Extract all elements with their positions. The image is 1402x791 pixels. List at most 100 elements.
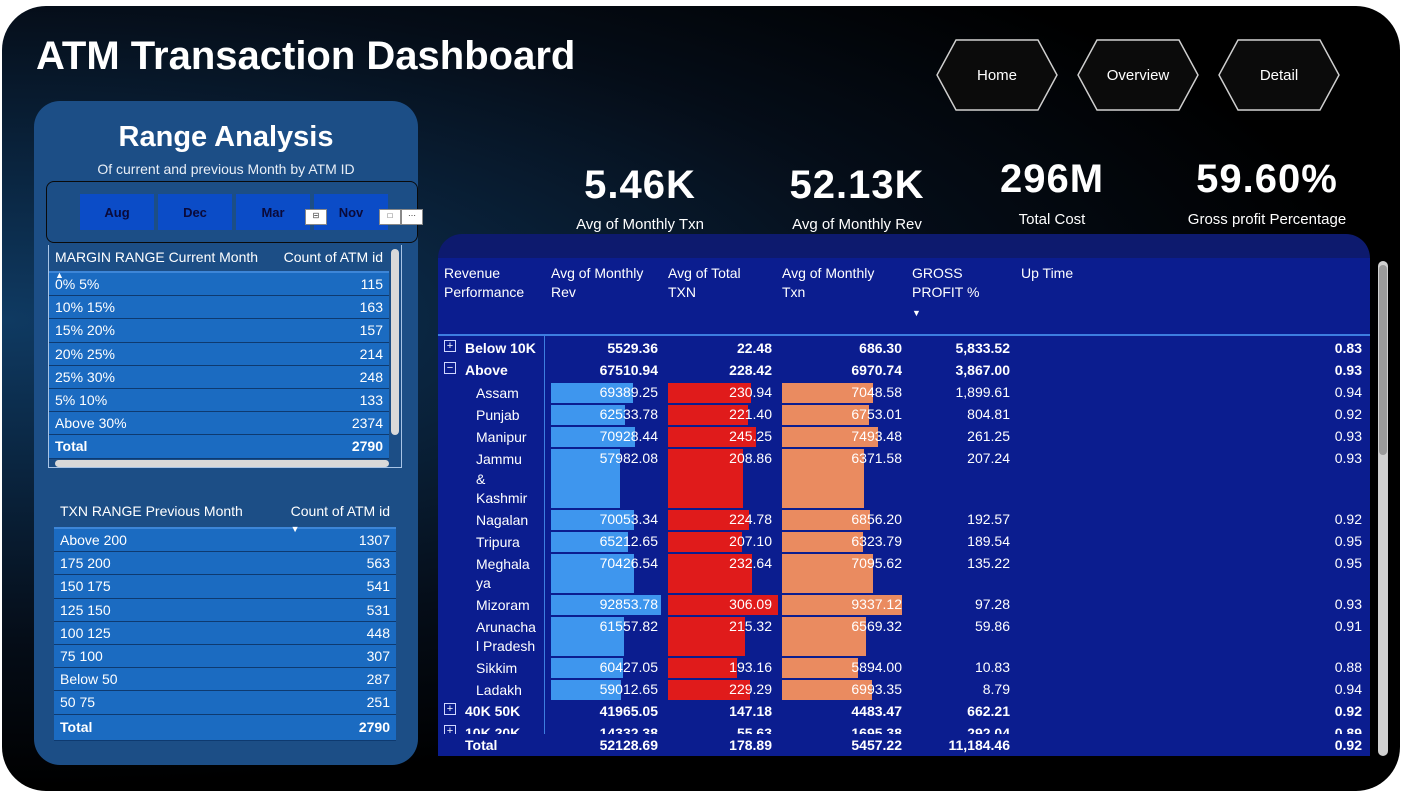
matrix-child-row[interactable]: Sikkim 60427.05 193.16 5894.00 10.83 0.88 <box>438 657 1370 679</box>
avg-monthly-txn-value: 6569.32 <box>851 617 902 634</box>
header-avg-total-txn[interactable]: Avg of Total TXN <box>668 264 768 302</box>
more-options-icon[interactable]: ⋯ <box>401 209 423 225</box>
matrix-group-row[interactable]: +40K 50K 41965.05 147.18 4483.47 662.21 0.92 <box>438 701 1370 723</box>
up-time-value: 0.92 <box>1334 510 1362 527</box>
avg-monthly-rev-value: 70928.44 <box>599 428 658 444</box>
matrix-child-row[interactable]: Jammu & Kashmir 57982.08 208.86 6371.58 207.24… <box>438 448 1370 509</box>
matrix-child-row[interactable]: Arunacha l Pradesh 61557.82 215.32 6569.32 59… <box>438 616 1370 657</box>
avg-total-txn-value: 224.78 <box>729 510 772 527</box>
table-row[interactable]: Below 50 287 <box>54 668 396 692</box>
filter-icon[interactable]: ⊟ <box>305 209 327 225</box>
margin-col2-header[interactable]: Count of ATM id <box>284 249 383 265</box>
up-time-value: 0.95 <box>1334 554 1362 571</box>
table-row[interactable]: 75 100 307 <box>54 644 396 669</box>
matrix-child-row[interactable]: Tripura 65212.65 207.10 6323.79 189.54 0.95 <box>438 531 1370 553</box>
collapse-icon[interactable]: − <box>444 362 456 374</box>
matrix-child-row[interactable]: Manipur 70928.44 245.25 7493.48 261.25 0.93 <box>438 426 1370 448</box>
up-time-value: 0.91 <box>1334 617 1362 634</box>
txn-col2-header[interactable]: Count of ATM id ▼ <box>291 503 390 535</box>
avg-total-txn-value: 215.32 <box>729 617 772 634</box>
avg-total-txn-value: 147.18 <box>729 702 772 719</box>
table-row[interactable]: 15% 20% 157 <box>49 319 389 343</box>
row-label: Jammu & Kashmir <box>476 451 528 506</box>
header-revenue-performance[interactable]: Revenue Performance <box>444 264 544 302</box>
table-row[interactable]: 50 75 251 <box>54 691 396 715</box>
table-row[interactable]: Above 30% 2374 <box>49 412 389 436</box>
kpi-gross-profit-value: 59.60% <box>1196 157 1338 201</box>
total-up-time: 0.92 <box>1334 737 1362 753</box>
row-label: 150 175 <box>60 578 111 595</box>
avg-monthly-txn-value: 9337.12 <box>851 595 902 612</box>
matrix-scroll-thumb[interactable] <box>1379 265 1387 455</box>
total-gross-profit: 11,184.46 <box>948 737 1010 753</box>
header-up-time[interactable]: Up Time <box>1021 264 1121 283</box>
table-row[interactable]: 100 125 448 <box>54 621 396 645</box>
row-label: 50 75 <box>60 694 96 711</box>
expand-icon[interactable]: + <box>444 340 456 352</box>
table-row[interactable]: 175 200 563 <box>54 552 396 576</box>
expand-icon[interactable]: + <box>444 702 456 715</box>
focus-mode-icon[interactable]: □ <box>379 209 401 225</box>
avg-monthly-rev-value: 41965.05 <box>599 702 658 719</box>
avg-total-txn-value: 245.25 <box>729 428 772 444</box>
header-avg-monthly-txn[interactable]: Avg of Monthly Txn <box>782 264 892 302</box>
txn-col1-header[interactable]: TXN RANGE Previous Month <box>60 503 243 519</box>
header-avg-monthly-rev[interactable]: Avg of Monthly Rev <box>551 264 661 302</box>
matrix-child-row[interactable]: Ladakh 59012.65 229.29 6993.35 8.79 0.94 <box>438 679 1370 701</box>
header-gross-profit[interactable]: GROSS PROFIT % ▼ <box>912 264 1016 323</box>
row-label: Nagalan <box>476 511 529 528</box>
avg-monthly-rev-value: 70426.54 <box>599 554 658 571</box>
row-label: Assam <box>476 385 519 401</box>
matrix-vscrollbar[interactable] <box>1378 261 1388 756</box>
table-row[interactable]: 25% 30% 248 <box>49 365 389 389</box>
avg-total-txn-value: 208.86 <box>729 450 772 466</box>
row-label: Meghala ya <box>476 555 530 592</box>
row-label: 25% 30% <box>55 368 115 385</box>
row-label: Manipur <box>476 429 527 445</box>
margin-range-table: MARGIN RANGE Current Month ▲ Count of ATM… <box>48 245 402 468</box>
table-row[interactable]: 125 150 531 <box>54 598 396 622</box>
matrix-child-row[interactable]: Punjab 62533.78 221.40 6753.01 804.81 0.92 <box>438 404 1370 426</box>
row-label: Below 10K <box>465 340 536 356</box>
row-value: 115 <box>360 276 383 293</box>
home-button-label: Home <box>976 66 1017 84</box>
row-label: Arunacha l Pradesh <box>476 618 536 655</box>
avg-monthly-txn-value: 6970.74 <box>851 362 902 378</box>
row-value: 2374 <box>351 415 383 432</box>
gross-profit-value: 662.21 <box>967 702 1010 719</box>
page-title: ATM Transaction Dashboard <box>36 34 576 78</box>
margin-table-hscrollbar[interactable] <box>55 460 389 467</box>
table-row[interactable]: 150 175 541 <box>54 575 396 599</box>
detail-button[interactable]: Detail <box>1218 39 1340 111</box>
margin-table-vscrollbar[interactable] <box>391 249 399 435</box>
avg-monthly-txn-value: 686.30 <box>859 340 902 356</box>
matrix-child-row[interactable]: Mizoram 92853.78 306.09 9337.12 97.28 0.93 <box>438 594 1370 616</box>
row-value: 248 <box>359 368 383 385</box>
home-button[interactable]: Home <box>936 39 1058 111</box>
row-value: 448 <box>366 624 390 641</box>
table-row[interactable]: 5% 10% 133 <box>49 388 389 413</box>
total-txn: 178.89 <box>729 737 772 753</box>
month-mar-button[interactable]: Mar <box>236 194 310 230</box>
month-aug-button[interactable]: Aug <box>80 194 154 230</box>
table-row[interactable]: 20% 25% 214 <box>49 342 389 366</box>
matrix-group-row[interactable]: − Above 67510.94 228.42 6970.74 3,867.00 0.93 <box>438 360 1370 382</box>
avg-monthly-txn-value: 7493.48 <box>851 428 902 444</box>
range-analysis-subtitle: Of current and previous Month by ATM ID <box>97 161 355 177</box>
sort-desc-icon: ▼ <box>912 308 921 318</box>
avg-total-txn-value: 207.10 <box>729 532 772 549</box>
avg-monthly-rev-value: 5529.36 <box>607 340 658 356</box>
avg-total-txn-value: 232.64 <box>729 554 772 571</box>
avg-monthly-rev-value: 61557.82 <box>599 617 658 634</box>
month-dec-button[interactable]: Dec <box>158 194 232 230</box>
matrix-child-row[interactable]: Nagalan 70053.34 224.78 6856.20 192.57 0.92 <box>438 509 1370 531</box>
matrix-child-row[interactable]: Meghala ya 70426.54 232.64 7095.62 135.22 0.95 <box>438 553 1370 594</box>
up-time-value: 0.94 <box>1334 384 1362 400</box>
matrix-child-row[interactable]: Assam 69389.25 230.94 7048.58 1,899.61 0.94 <box>438 382 1370 404</box>
row-label: 15% 20% <box>55 322 115 339</box>
kpi-gross-profit-label: Gross profit Percentage <box>1187 211 1347 228</box>
matrix-group-row[interactable]: + Below 10K 5529.36 22.48 686.30 5,833.52 0.83 <box>438 338 1370 360</box>
table-row[interactable]: 10% 15% 163 <box>49 296 389 320</box>
overview-button[interactable]: Overview <box>1077 39 1199 111</box>
gross-profit-value: 207.24 <box>967 450 1010 466</box>
